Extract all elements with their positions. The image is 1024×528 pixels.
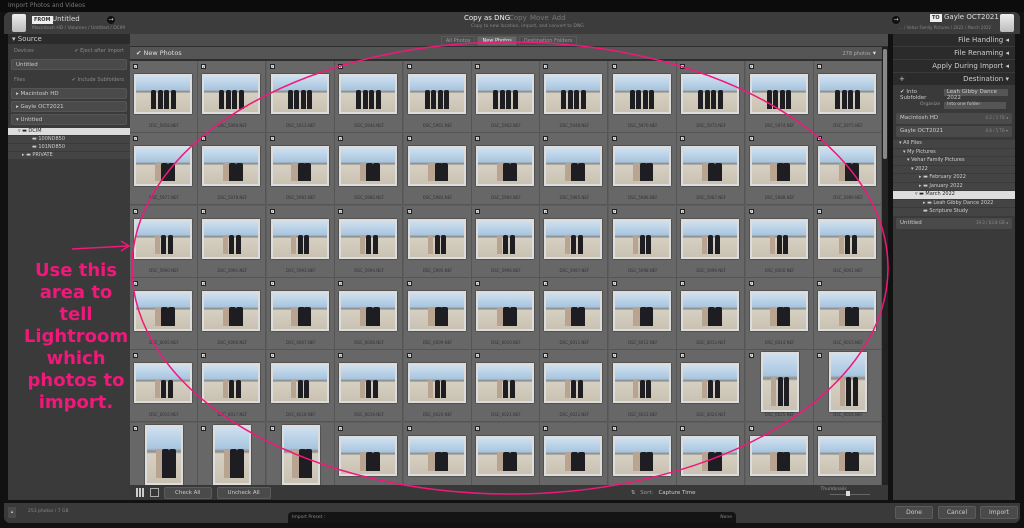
annotation-ellipse — [131, 41, 889, 495]
annotation-overlay — [71, 41, 889, 495]
annotation-arrow — [71, 245, 129, 250]
